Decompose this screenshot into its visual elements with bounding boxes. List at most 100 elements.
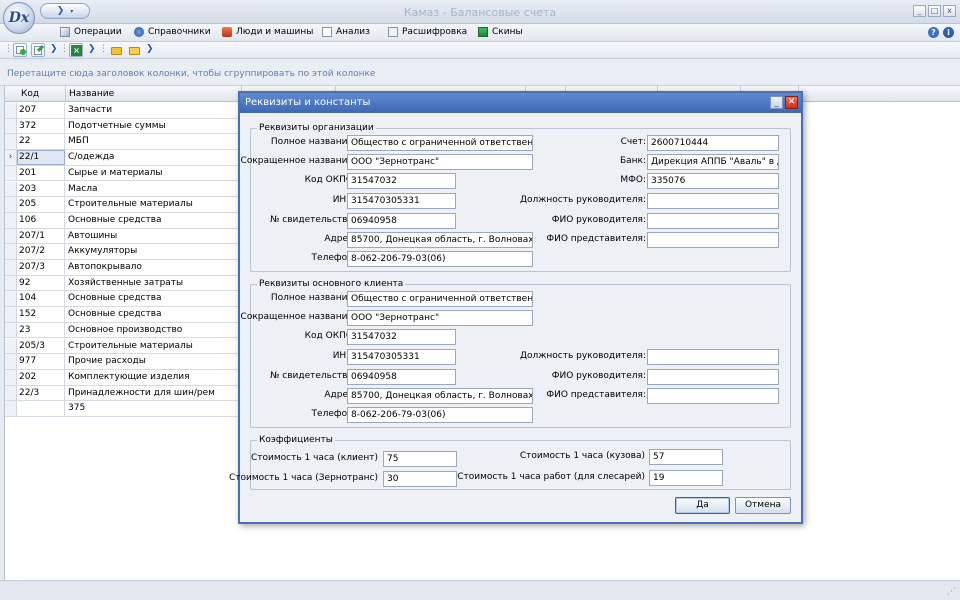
client-inn-field[interactable]: 315470305331 bbox=[347, 349, 456, 365]
row-selector[interactable] bbox=[5, 212, 17, 228]
help-icon[interactable]: ? bbox=[928, 27, 939, 38]
row-selector[interactable] bbox=[5, 322, 17, 338]
table-row[interactable]: 201 Сырье и материалы bbox=[5, 165, 241, 182]
quick-access-button[interactable]: ❯ ▾ bbox=[40, 3, 90, 19]
org-cert-field[interactable]: 06940958 bbox=[347, 213, 456, 229]
row-selector[interactable] bbox=[5, 181, 17, 197]
edit-button[interactable] bbox=[31, 43, 45, 57]
cancel-button[interactable]: Отмена bbox=[735, 497, 791, 514]
hour-body-field[interactable]: 57 bbox=[649, 449, 723, 465]
org-okpo-field[interactable]: 31547032 bbox=[347, 173, 456, 189]
client-cert-field[interactable]: 06940958 bbox=[347, 369, 456, 385]
toolbar-more-icon[interactable]: ❯ bbox=[88, 44, 96, 56]
org-account-field[interactable]: 2600710444 bbox=[647, 135, 779, 151]
row-selector[interactable] bbox=[5, 291, 17, 307]
org-head-position-field[interactable] bbox=[647, 193, 779, 209]
client-phone-field[interactable]: 8-062-206-79-03(06) bbox=[347, 407, 533, 423]
column-header-name[interactable]: Название bbox=[69, 89, 114, 99]
org-short-name-field[interactable]: ООО "Зернотранс" bbox=[347, 154, 533, 170]
toolbar-more-icon[interactable]: ❯ bbox=[50, 44, 58, 56]
table-row[interactable]: 22 МБП bbox=[5, 134, 241, 151]
table-row[interactable]: 106 Основные средства bbox=[5, 212, 241, 229]
client-short-name-field[interactable]: ООО "Зернотранс" bbox=[347, 310, 533, 326]
hour-zerno-field[interactable]: 30 bbox=[383, 471, 457, 487]
resize-grip-icon[interactable]: ⋰ bbox=[947, 587, 956, 597]
group-panel[interactable]: Перетащите сюда заголовок колонки, чтобы… bbox=[0, 62, 960, 86]
table-row[interactable]: › 22/1 С/одежда bbox=[5, 150, 241, 166]
client-head-name-field[interactable] bbox=[647, 369, 779, 385]
table-row[interactable]: 23 Основное производство bbox=[5, 322, 241, 339]
excel-export-button[interactable]: × bbox=[69, 43, 83, 57]
column-header-code[interactable]: Код bbox=[21, 89, 39, 99]
minimize-button[interactable]: _ bbox=[913, 5, 926, 17]
dialog-close-button[interactable]: ✕ bbox=[785, 96, 798, 109]
table-row[interactable]: 104 Основные средства bbox=[5, 291, 241, 308]
hour-mech-field[interactable]: 19 bbox=[649, 470, 723, 486]
table-row[interactable]: 92 Хозяйственные затраты bbox=[5, 275, 241, 292]
table-row[interactable]: 205/3 Строительные материалы bbox=[5, 338, 241, 355]
menu-decoding[interactable]: Расшифровка bbox=[388, 27, 467, 37]
table-row[interactable]: 375 bbox=[5, 401, 241, 417]
dialog-title-bar[interactable]: Реквизиты и константы _ ✕ bbox=[240, 93, 801, 113]
org-inn-field[interactable]: 315470305331 bbox=[347, 193, 456, 209]
client-address-field[interactable]: 85700, Донецкая область, г. Волноваха, у… bbox=[347, 388, 533, 404]
table-row[interactable]: 207/1 Автошины bbox=[5, 228, 241, 245]
maximize-button[interactable]: □ bbox=[928, 5, 941, 17]
client-rep-name-field[interactable] bbox=[647, 388, 779, 404]
table-row[interactable]: 203 Масла bbox=[5, 181, 241, 198]
row-selector[interactable] bbox=[5, 369, 17, 385]
toolbar-more-icon[interactable]: ❯ bbox=[146, 44, 154, 56]
row-code: 205/3 bbox=[19, 340, 45, 351]
menu-reference[interactable]: Справочники bbox=[134, 27, 211, 37]
info-icon[interactable]: i bbox=[943, 27, 954, 38]
org-bank-field[interactable]: Дирекция АППБ "Аваль" в Донецк bbox=[647, 154, 779, 170]
row-selector[interactable] bbox=[5, 244, 17, 259]
hour-client-field[interactable]: 75 bbox=[383, 451, 457, 467]
table-row[interactable]: 22/3 Принадлежности для шин/рем bbox=[5, 385, 241, 402]
org-address-field[interactable]: 85700, Донецкая область, г. Волноваха, у… bbox=[347, 232, 533, 248]
table-row[interactable]: 207/2 Аккумуляторы bbox=[5, 244, 241, 260]
row-selector[interactable] bbox=[5, 118, 17, 134]
row-selector[interactable] bbox=[5, 275, 17, 291]
folder-button[interactable] bbox=[109, 43, 123, 57]
row-selector[interactable] bbox=[5, 307, 17, 322]
row-selector[interactable] bbox=[5, 385, 17, 401]
code-cell[interactable] bbox=[17, 401, 65, 416]
row-selector[interactable] bbox=[5, 401, 17, 416]
app-logo[interactable]: Dx bbox=[3, 2, 35, 34]
add-button[interactable] bbox=[13, 43, 27, 57]
client-head-position-field[interactable] bbox=[647, 349, 779, 365]
current-row-indicator-icon[interactable]: › bbox=[5, 150, 17, 165]
row-selector[interactable] bbox=[5, 197, 17, 212]
table-row[interactable]: 207/3 Автопокрывало bbox=[5, 260, 241, 276]
row-selector[interactable] bbox=[5, 103, 17, 118]
table-row[interactable]: 202 Комплектующие изделия bbox=[5, 369, 241, 386]
ok-button[interactable]: Да bbox=[675, 497, 730, 514]
row-selector[interactable] bbox=[5, 338, 17, 354]
folder-open-button[interactable] bbox=[127, 43, 141, 57]
menu-analysis[interactable]: Анализ bbox=[322, 27, 370, 37]
client-full-name-field[interactable]: Общество с ограниченной ответственностью… bbox=[347, 291, 533, 307]
org-phone-field[interactable]: 8-062-206-79-03(06) bbox=[347, 251, 533, 267]
table-row[interactable]: 205 Строительные материалы bbox=[5, 197, 241, 213]
org-rep-name-field[interactable] bbox=[647, 232, 779, 248]
table-row[interactable]: 372 Подотчетные суммы bbox=[5, 118, 241, 135]
org-head-name-field[interactable] bbox=[647, 213, 779, 229]
table-row[interactable]: 207 Запчасти bbox=[5, 103, 241, 119]
org-mfo-field[interactable]: 335076 bbox=[647, 173, 779, 189]
column-divider[interactable] bbox=[65, 86, 66, 102]
table-row[interactable]: 977 Прочие расходы bbox=[5, 354, 241, 370]
client-okpo-field[interactable]: 31547032 bbox=[347, 329, 456, 345]
org-full-name-field[interactable]: Общество с ограниченной ответственностью… bbox=[347, 135, 533, 151]
row-selector[interactable] bbox=[5, 165, 17, 181]
menu-operations[interactable]: Операции bbox=[60, 27, 122, 37]
dialog-minimize-button[interactable]: _ bbox=[770, 96, 783, 109]
menu-skins[interactable]: Скины bbox=[478, 27, 523, 37]
row-selector[interactable] bbox=[5, 260, 17, 275]
menu-people-cars[interactable]: Люди и машины bbox=[222, 27, 313, 37]
close-button[interactable]: x bbox=[943, 5, 956, 17]
row-selector[interactable] bbox=[5, 134, 17, 150]
row-selector[interactable] bbox=[5, 354, 17, 369]
row-selector[interactable] bbox=[5, 228, 17, 244]
table-row[interactable]: 152 Основные средства bbox=[5, 307, 241, 323]
